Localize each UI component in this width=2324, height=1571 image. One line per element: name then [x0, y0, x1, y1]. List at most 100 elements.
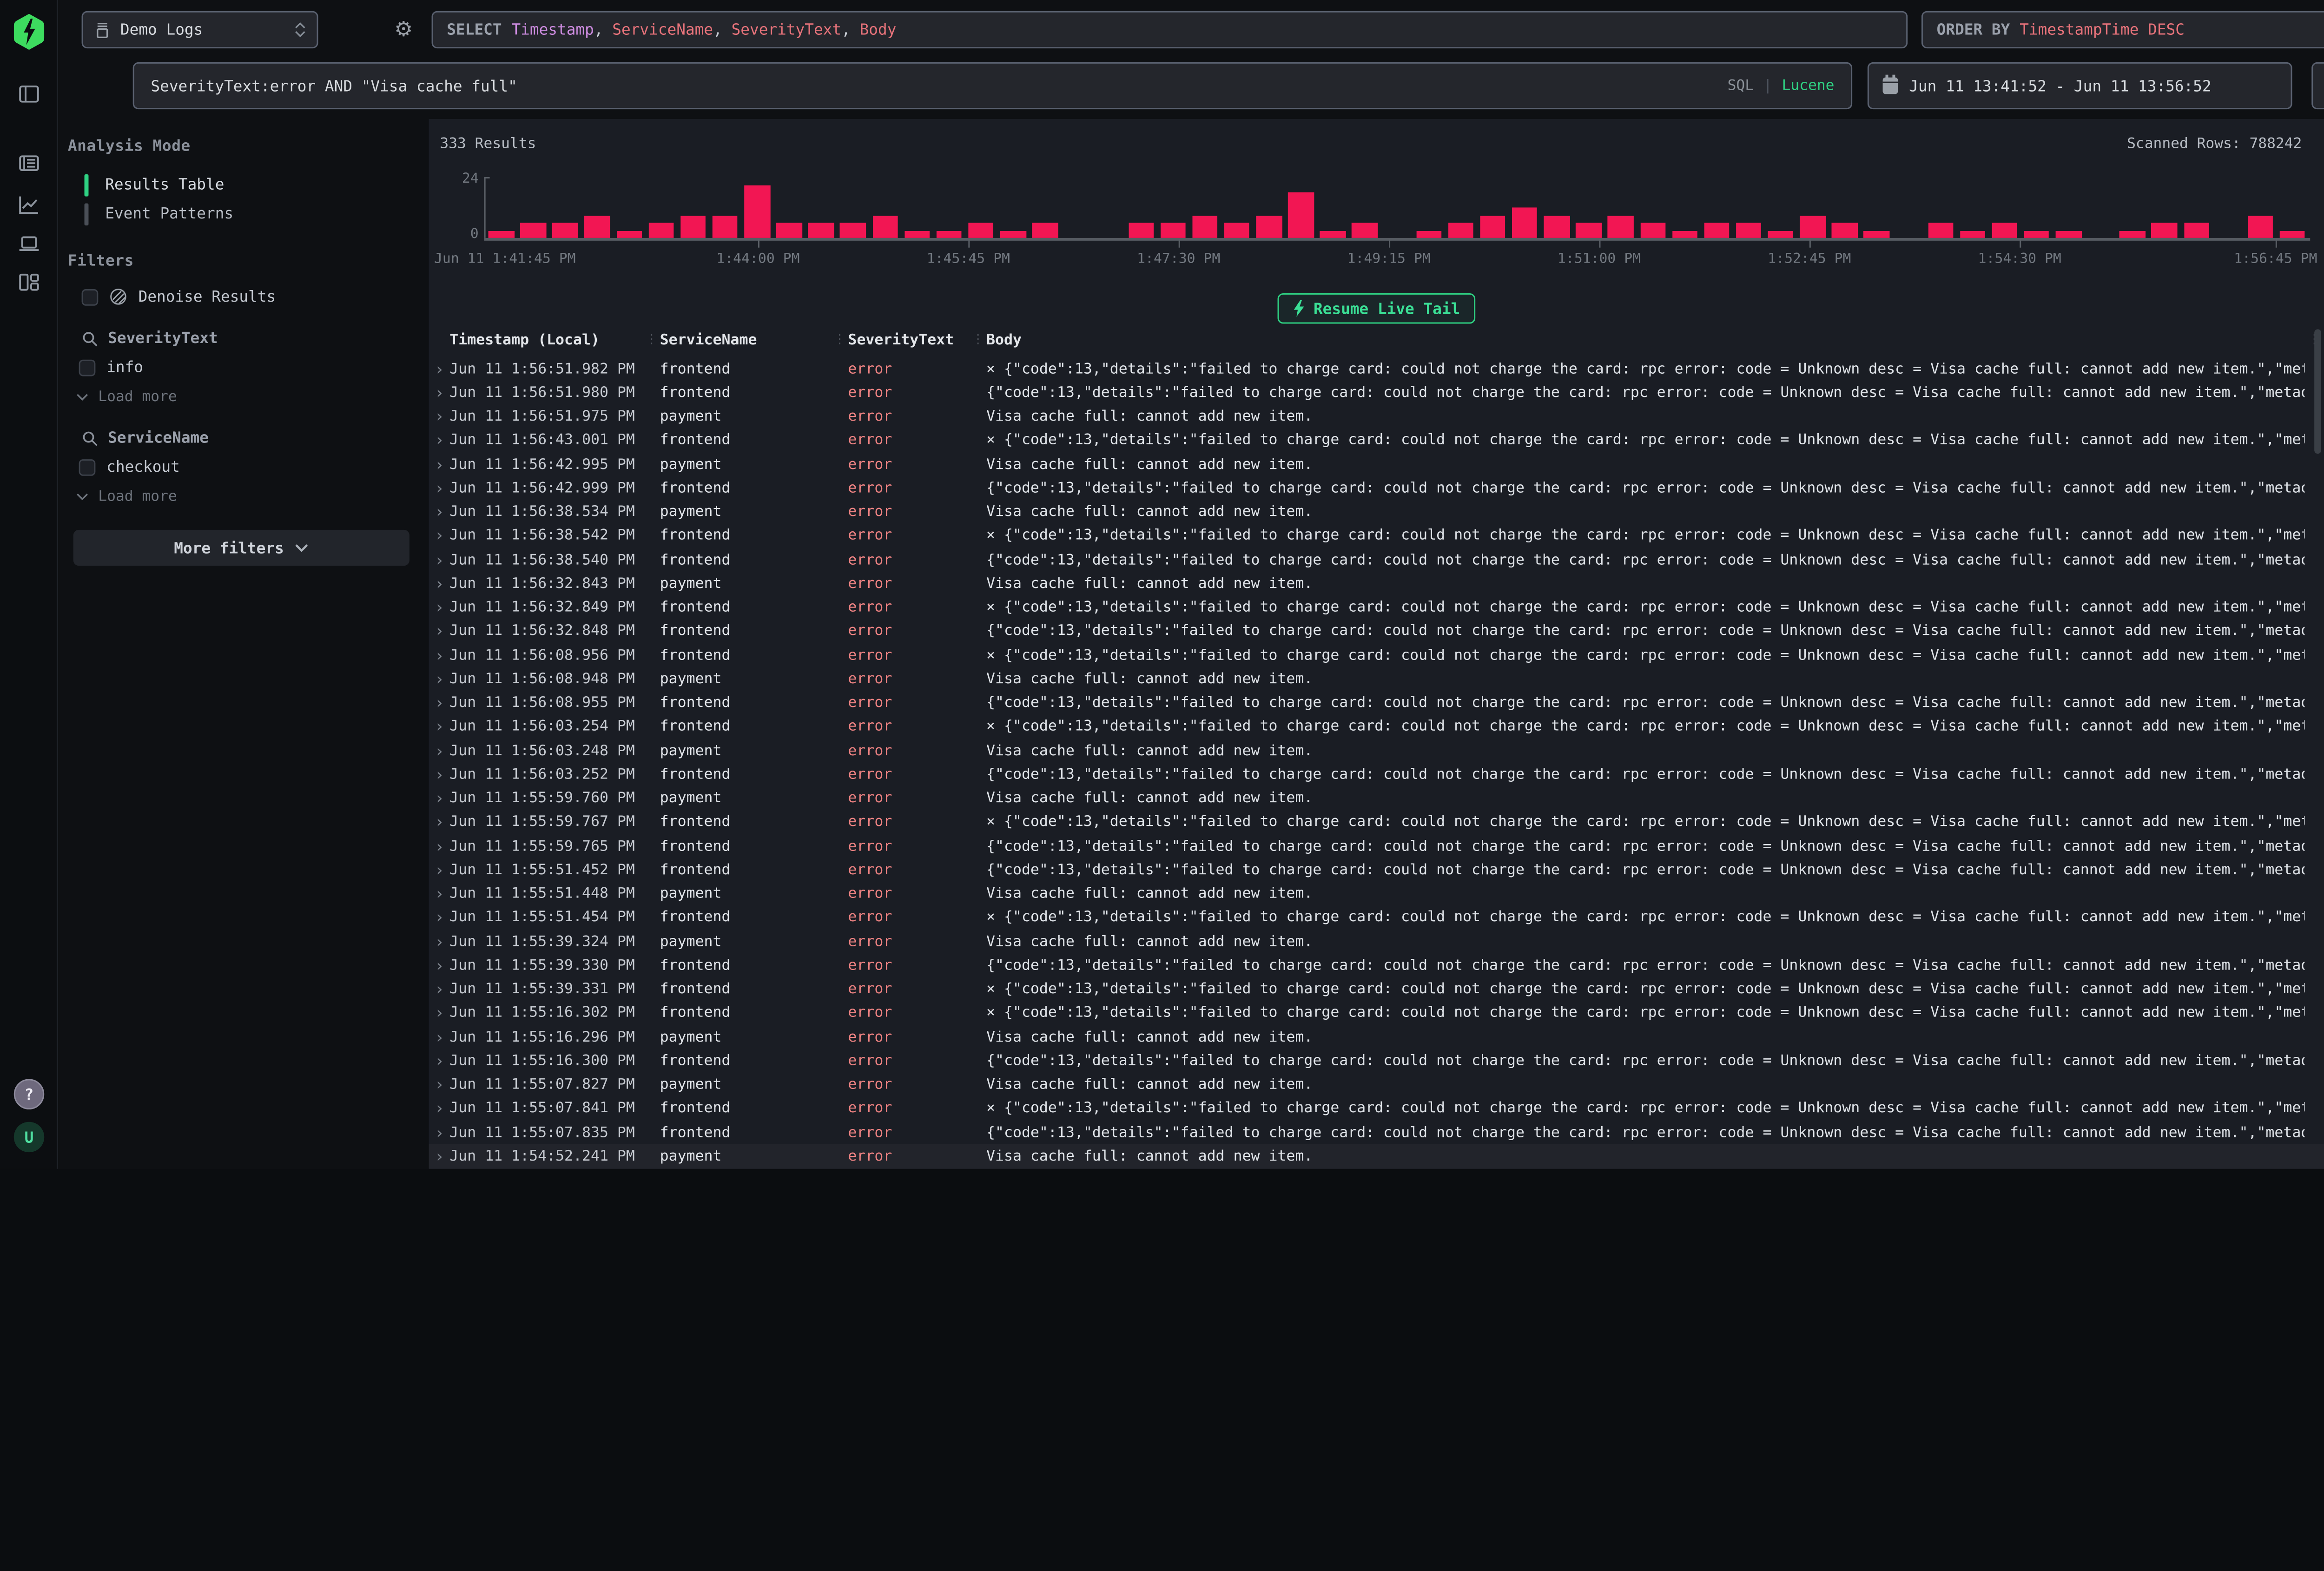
histogram-bar[interactable] [584, 215, 610, 238]
col-body[interactable]: Body [986, 332, 2304, 349]
histogram-bar[interactable] [1512, 207, 1538, 238]
histogram-bar[interactable] [2120, 231, 2146, 238]
row-expand-chevron[interactable]: › [429, 790, 450, 807]
table-row[interactable]: ›Jun 11 1:56:08.956 PMfrontenderror× {"c… [429, 643, 2324, 667]
row-expand-chevron[interactable]: › [429, 480, 450, 496]
histogram-bar[interactable] [680, 215, 706, 238]
histogram-bar[interactable] [776, 223, 802, 238]
row-expand-chevron[interactable]: › [429, 361, 450, 377]
table-row[interactable]: ›Jun 11 1:55:16.302 PMfrontenderror× {"c… [429, 1001, 2324, 1025]
table-row[interactable]: ›Jun 11 1:56:32.843 PMpaymenterrorVisa c… [429, 572, 2324, 595]
row-expand-chevron[interactable]: › [429, 1029, 450, 1045]
column-resize-handle[interactable]: ⋮ [832, 333, 848, 347]
table-row[interactable]: ›Jun 11 1:55:07.835 PMfrontenderror{"cod… [429, 1121, 2324, 1144]
filter-checkbox[interactable] [79, 459, 96, 475]
row-expand-chevron[interactable]: › [429, 384, 450, 401]
filter-option[interactable]: info [79, 358, 412, 376]
histogram-bar[interactable] [1192, 215, 1218, 238]
load-more[interactable]: Load more [76, 389, 412, 405]
denoise-results-toggle[interactable]: Denoise Results [82, 288, 412, 306]
table-row[interactable]: ›Jun 11 1:56:38.534 PMpaymenterrorVisa c… [429, 500, 2324, 524]
resume-live-tail-button[interactable]: Resume Live Tail [1278, 293, 1476, 323]
histogram-bar[interactable] [1672, 231, 1697, 238]
table-row[interactable]: ›Jun 11 1:55:59.767 PMfrontenderror× {"c… [429, 810, 2324, 834]
time-range-picker[interactable]: Jun 11 13:41:52 - Jun 11 13:56:52 [1868, 62, 2292, 109]
row-expand-chevron[interactable]: › [429, 456, 450, 473]
row-expand-chevron[interactable]: › [429, 671, 450, 687]
row-expand-chevron[interactable]: › [429, 1124, 450, 1141]
histogram-bar[interactable] [1928, 223, 1954, 238]
col-timestamp[interactable]: Timestamp (Local) [449, 332, 643, 349]
histogram-bar[interactable] [1288, 192, 1314, 238]
histogram-bar[interactable] [1608, 215, 1633, 238]
source-select[interactable]: Demo Logs [82, 11, 318, 48]
user-avatar[interactable]: U [14, 1122, 44, 1152]
histogram-bar[interactable] [1960, 231, 1985, 238]
table-row[interactable]: ›Jun 11 1:55:07.827 PMpaymenterrorVisa c… [429, 1073, 2324, 1096]
row-expand-chevron[interactable]: › [429, 528, 450, 544]
row-expand-chevron[interactable]: › [429, 933, 450, 950]
search-logs-icon[interactable] [18, 152, 40, 174]
table-row[interactable]: ›Jun 11 1:56:38.542 PMfrontenderror× {"c… [429, 524, 2324, 548]
histogram-bar[interactable] [1224, 223, 1250, 238]
chart-explorer-icon[interactable] [18, 194, 40, 216]
table-row[interactable]: ›Jun 11 1:55:39.330 PMfrontenderror{"cod… [429, 953, 2324, 977]
table-row[interactable]: ›Jun 11 1:55:59.760 PMpaymenterrorVisa c… [429, 786, 2324, 810]
column-resize-handle[interactable]: ⋮ [970, 333, 986, 347]
denoise-checkbox[interactable] [82, 289, 99, 305]
histogram-bar[interactable] [840, 223, 866, 238]
histogram-bar[interactable] [2184, 223, 2209, 238]
histogram-bar[interactable] [1768, 231, 1794, 238]
histogram-bar[interactable] [1640, 223, 1665, 238]
column-resize-handle[interactable]: ⋮ [643, 333, 660, 347]
scrollbar-thumb[interactable] [2314, 329, 2321, 454]
histogram-bar[interactable] [1256, 215, 1281, 238]
histogram-bar[interactable] [1352, 223, 1378, 238]
histogram-bar[interactable] [1128, 223, 1154, 238]
order-by-input[interactable]: ORDER BY TimestampTime DESC [1921, 11, 2324, 48]
histogram-bar[interactable] [2280, 231, 2305, 238]
panel-toggle-icon[interactable] [18, 83, 40, 106]
histogram-bar[interactable] [489, 231, 514, 238]
table-row[interactable]: ›Jun 11 1:55:07.841 PMfrontenderror× {"c… [429, 1096, 2324, 1120]
sessions-icon[interactable] [18, 232, 40, 255]
table-row[interactable]: ›Jun 11 1:56:51.980 PMfrontenderror{"cod… [429, 381, 2324, 404]
row-expand-chevron[interactable]: › [429, 814, 450, 831]
col-servicename[interactable]: ServiceName [660, 332, 832, 349]
histogram-bar[interactable] [2248, 215, 2273, 238]
brand-logo-icon[interactable] [14, 14, 44, 50]
histogram-bar[interactable] [1032, 223, 1058, 238]
table-row[interactable]: ›Jun 11 1:55:51.454 PMfrontenderror× {"c… [429, 906, 2324, 930]
row-expand-chevron[interactable]: › [429, 504, 450, 521]
analysis-mode-option[interactable]: Event Patterns [85, 199, 412, 229]
histogram-bar[interactable] [713, 215, 738, 238]
histogram-bar[interactable] [521, 223, 546, 238]
select-columns-input[interactable]: SELECT Timestamp, ServiceName, SeverityT… [432, 11, 1908, 48]
filter-field-row[interactable]: SeverityText [82, 329, 412, 347]
lucene-mode-option[interactable]: Lucene [1782, 78, 1835, 94]
table-row[interactable]: ›Jun 11 1:56:32.849 PMfrontenderror× {"c… [429, 595, 2324, 619]
row-expand-chevron[interactable]: › [429, 1005, 450, 1022]
histogram-bar[interactable] [1480, 215, 1505, 238]
row-expand-chevron[interactable]: › [429, 408, 450, 425]
filter-field-row[interactable]: ServiceName [82, 429, 412, 447]
histogram-bar[interactable] [808, 223, 834, 238]
histogram-bar[interactable] [1736, 223, 1762, 238]
row-expand-chevron[interactable]: › [429, 742, 450, 759]
histogram-bar[interactable] [1160, 223, 1186, 238]
table-row[interactable]: ›Jun 11 1:55:39.324 PMpaymenterrorVisa c… [429, 930, 2324, 953]
table-row[interactable]: ›Jun 11 1:56:08.948 PMpaymenterrorVisa c… [429, 667, 2324, 691]
row-expand-chevron[interactable]: › [429, 647, 450, 664]
table-row[interactable]: ›Jun 11 1:56:42.995 PMpaymenterrorVisa c… [429, 452, 2324, 476]
table-row[interactable]: ›Jun 11 1:56:08.955 PMfrontenderror{"cod… [429, 691, 2324, 715]
histogram-bar[interactable] [1576, 223, 1602, 238]
table-row[interactable]: ›Jun 11 1:55:16.296 PMpaymenterrorVisa c… [429, 1025, 2324, 1049]
histogram-bar[interactable] [1000, 231, 1026, 238]
histogram-bar[interactable] [872, 215, 898, 238]
table-row[interactable]: ›Jun 11 1:55:59.765 PMfrontenderror{"cod… [429, 834, 2324, 858]
table-row[interactable]: ›Jun 11 1:56:42.999 PMfrontenderror{"cod… [429, 476, 2324, 500]
row-expand-chevron[interactable]: › [429, 981, 450, 997]
histogram-bar[interactable] [616, 231, 642, 238]
row-expand-chevron[interactable]: › [429, 1148, 450, 1165]
histogram-bar[interactable] [648, 223, 674, 238]
